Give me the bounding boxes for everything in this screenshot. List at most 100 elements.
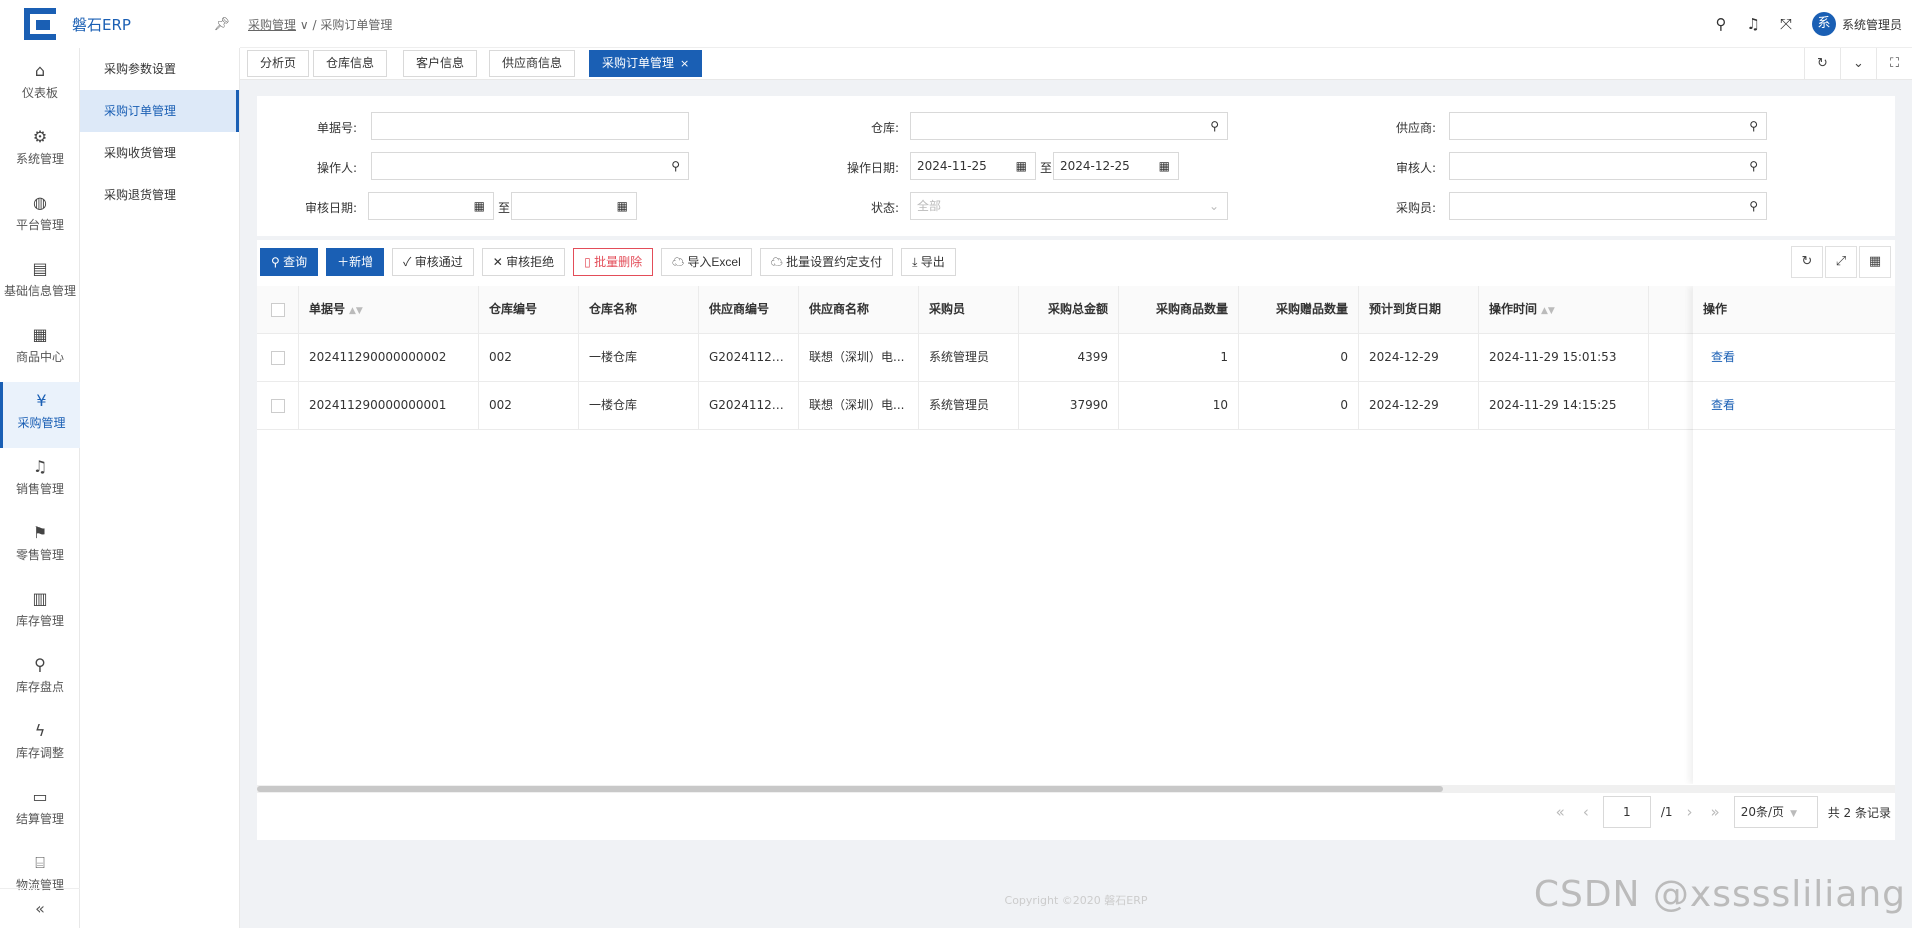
top-header: 采购管理 ∨ / 采购订单管理 ⚲ ♫ ⤧ 系 系统管理员 xyxy=(240,0,1912,48)
rail-item-4[interactable]: ▦ 商品中心 xyxy=(0,316,80,382)
column-header: 采购总金额 xyxy=(1019,286,1119,334)
breadcrumb-current: 采购订单管理 xyxy=(320,18,393,32)
doc-no-label: 单据号: xyxy=(316,121,357,135)
rail-item-label: 商品中心 xyxy=(15,350,64,364)
reviewer-input[interactable]: ⚲ xyxy=(1449,152,1767,180)
buyer-label: 采购员: xyxy=(1395,201,1436,215)
column-header-label: 操作 xyxy=(1703,302,1728,316)
next-page-icon[interactable]: › xyxy=(1683,803,1697,821)
tab-supplier-info[interactable]: 供应商信息 xyxy=(489,50,576,77)
submenu-item-purchase-settings[interactable]: 采购参数设置 xyxy=(80,48,239,90)
first-page-icon[interactable]: « xyxy=(1552,803,1569,821)
refresh-icon[interactable]: ↻ xyxy=(1791,246,1823,278)
rail-item-8[interactable]: ▥ 库存管理 xyxy=(0,580,80,646)
submenu-item-purchase-returns[interactable]: 采购退货管理 xyxy=(80,174,239,216)
close-icon[interactable]: × xyxy=(680,57,689,70)
maximize-icon[interactable]: ⛶ xyxy=(1876,48,1912,79)
page-input[interactable]: 1 xyxy=(1602,796,1651,828)
breadcrumb-parent[interactable]: 采购管理 xyxy=(248,18,296,32)
grid-icon: ▦ xyxy=(32,325,48,344)
warehouse-input[interactable]: ⚲ xyxy=(910,112,1228,140)
tab-analysis[interactable]: 分析页 xyxy=(247,50,310,77)
supplier-input[interactable]: ⚲ xyxy=(1449,112,1767,140)
search-icon[interactable]: ⚲ xyxy=(1716,15,1727,33)
rail-item-7[interactable]: ⚑ 零售管理 xyxy=(0,514,80,580)
search-icon[interactable]: ⚲ xyxy=(1749,113,1758,139)
export-button[interactable]: ⤓ 导出 xyxy=(901,248,956,276)
sort-icon[interactable]: ▲▼ xyxy=(1541,306,1555,316)
rail-item-0[interactable]: ⌂ 仪表板 xyxy=(0,52,80,118)
doc-no-input[interactable] xyxy=(371,112,689,140)
user-name[interactable]: 系统管理员 xyxy=(1842,16,1902,33)
approve-button[interactable]: ✓ 审核通过 xyxy=(392,248,474,276)
avatar[interactable]: 系 xyxy=(1811,12,1836,36)
search-icon[interactable]: ⚲ xyxy=(1210,113,1219,139)
filter-panel: 单据号: 仓库: ⚲ 供应商: ⚲ 操作人: ⚲ 操作日期: 2024-11-2… xyxy=(257,96,1895,236)
submenu-item-purchase-receipts[interactable]: 采购收货管理 xyxy=(80,132,239,174)
orders-table: 单据号 ▲▼ 仓库编号 仓库名称 供应商编号 供应商名称 采购员 采购总金额 采购商品数量 采购赠… xyxy=(257,286,1895,784)
table-cell: 2024-12-29 xyxy=(1359,382,1479,430)
status-label: 状态: xyxy=(870,201,899,215)
batch-payment-button[interactable]: ☁ 批量设置约定支付 xyxy=(759,248,894,276)
add-button[interactable]: ＋新增 xyxy=(326,248,385,276)
op-date-from-input[interactable]: 2024-11-25 ▦ xyxy=(910,152,1036,180)
row-checkbox[interactable] xyxy=(270,398,285,413)
last-page-icon[interactable]: » xyxy=(1707,803,1724,821)
table-row[interactable]: 202411290000000001 002 一楼仓库 G2024112904 联想（深… xyxy=(257,382,1895,430)
check-icon: ✓ xyxy=(403,255,415,269)
table-row[interactable]: 202411290000000002 002 一楼仓库 G2024112904 联想（深… xyxy=(257,334,1895,382)
operator-input[interactable]: ⚲ xyxy=(371,152,689,180)
sort-icon[interactable]: ▲▼ xyxy=(349,306,363,316)
row-checkbox[interactable] xyxy=(270,350,285,365)
collapse-sidebar-button[interactable]: « xyxy=(0,888,80,928)
bell-icon[interactable]: ♫ xyxy=(1747,15,1760,33)
fullscreen-icon[interactable]: ⤢ xyxy=(1825,246,1857,278)
fullscreen-icon[interactable]: ⤧ xyxy=(1780,15,1792,33)
rail-item-2[interactable]: ◍ 平台管理 xyxy=(0,184,80,250)
column-header: 仓库名称 xyxy=(579,286,699,334)
import-excel-button[interactable]: ☁ 导入Excel xyxy=(661,248,752,276)
review-date-to-input[interactable]: ▦ xyxy=(511,192,637,220)
globe-icon: ◍ xyxy=(33,193,47,212)
column-settings-icon[interactable]: ▦ xyxy=(1859,246,1891,278)
rail-item-10[interactable]: ϟ 库存调整 xyxy=(0,712,80,778)
submenu-item-purchase-orders[interactable]: 采购订单管理 xyxy=(80,90,239,132)
rail-item-9[interactable]: ⚲ 库存盘点 xyxy=(0,646,80,712)
table-cell: 202411290000000002 xyxy=(299,334,479,382)
row-checkbox[interactable] xyxy=(270,302,285,317)
view-link[interactable]: 查看 xyxy=(1701,334,1761,382)
tab-customer-info[interactable]: 客户信息 xyxy=(403,50,478,77)
prev-page-icon[interactable]: ‹ xyxy=(1579,803,1593,821)
rail-item-1[interactable]: ⚙ 系统管理 xyxy=(0,118,80,184)
page-size-select[interactable]: 20条/页 ▼ xyxy=(1733,796,1818,828)
rail-item-6[interactable]: ♫ 销售管理 xyxy=(0,448,80,514)
rail-item-label: 零售管理 xyxy=(15,548,64,562)
reject-button[interactable]: ✕ 审核拒绝 xyxy=(481,248,566,276)
table-cell: 2024-11-29 14:15:25 xyxy=(1479,382,1649,430)
bell-icon: ♫ xyxy=(32,457,48,476)
scrollbar-thumb[interactable] xyxy=(257,786,1443,792)
view-link[interactable]: 查看 xyxy=(1701,382,1761,430)
gear-icon: ⚙ xyxy=(32,127,48,146)
rail-item-11[interactable]: ▭ 结算管理 xyxy=(0,778,80,844)
review-date-from-input[interactable]: ▦ xyxy=(368,192,494,220)
rail-item-3[interactable]: ▤ 基础信息管理 xyxy=(0,250,80,316)
cloud-upload-icon: ☁ xyxy=(770,255,787,269)
query-button[interactable]: ⚲ 查询 xyxy=(260,248,319,276)
op-date-to-input[interactable]: 2024-12-25 ▦ xyxy=(1053,152,1179,180)
search-icon[interactable]: ⚲ xyxy=(671,153,680,179)
horizontal-scrollbar[interactable] xyxy=(257,785,1895,793)
tab-warehouse-info[interactable]: 仓库信息 xyxy=(313,50,388,77)
search-icon[interactable]: ⚲ xyxy=(1749,193,1758,219)
flag-icon: ⚑ xyxy=(32,523,48,542)
chevron-down-icon[interactable]: ⌄ xyxy=(1840,48,1876,79)
pin-icon[interactable]: 📌︎ xyxy=(213,17,230,32)
buyer-input[interactable]: ⚲ xyxy=(1449,192,1767,220)
cell-value: 联想（深圳）电... xyxy=(809,398,905,412)
batch-delete-button[interactable]: ▯ 批量删除 xyxy=(573,248,654,276)
search-icon[interactable]: ⚲ xyxy=(1749,153,1758,179)
refresh-tab-icon[interactable]: ↻ xyxy=(1804,48,1840,79)
rail-item-5[interactable]: ¥ 采购管理 xyxy=(0,382,80,448)
tab-purchase-orders[interactable]: 采购订单管理 × xyxy=(589,50,703,77)
status-select[interactable]: 全部 ⌄ xyxy=(910,192,1228,220)
